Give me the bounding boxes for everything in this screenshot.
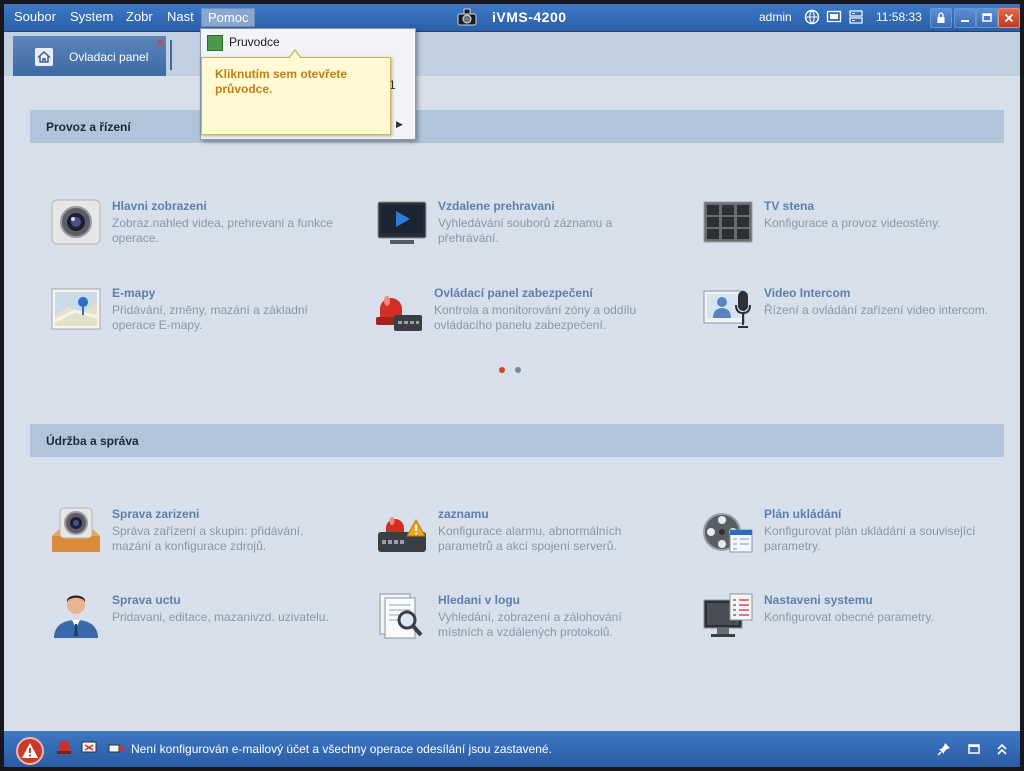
menu-soubor[interactable]: Soubor — [14, 9, 56, 24]
module-video-intercom[interactable]: Video Intercom Řízení a ovládání zařízen… — [702, 285, 1002, 345]
maximize-button[interactable] — [976, 8, 998, 28]
lock-button[interactable] — [930, 8, 952, 28]
module-description: Konfigurace alarmu, abnormálních paramet… — [438, 524, 622, 553]
restore-icon[interactable] — [966, 741, 982, 757]
pager-dot-2[interactable] — [515, 367, 521, 373]
module-title: Hledani v logu — [438, 593, 521, 607]
wizard-tooltip: Kliknutím sem otevřete průvodce. — [201, 49, 391, 135]
wizard-icon — [207, 35, 223, 51]
tab-strip: Ovladaci panel ✕ — [4, 32, 1020, 76]
clock: 11:58:33 — [876, 10, 922, 24]
module-description: Správa zařízení a skupin: přidávání, maz… — [112, 524, 304, 553]
module-title: TV stena — [764, 199, 815, 213]
module-title: Plán ukládání — [764, 507, 842, 521]
module-title: Nastaveni systemu — [764, 593, 873, 607]
camera-alarm-icon[interactable] — [108, 741, 124, 755]
camera-icon — [51, 199, 101, 245]
intercom-icon — [703, 290, 751, 328]
module-ovladaci-panel-zabezpeceni[interactable]: Ovládací panel zabezpečení Kontrola a mo… — [372, 285, 672, 345]
alarm-panel-icon — [376, 296, 422, 331]
home-icon — [35, 48, 53, 66]
network-icon[interactable] — [848, 9, 864, 25]
module-description: Vyhledání, zobrazení a zálohování místní… — [438, 610, 622, 639]
module-title: Hlavni zobrazeni — [112, 199, 207, 213]
module-zaznamu[interactable]: zaznamu Konfigurace alarmu, abnormálních… — [376, 506, 676, 566]
log-search-icon — [379, 593, 423, 639]
module-description: Pridavani, editace, mazanivzd. uzivatelu… — [112, 610, 329, 624]
minimize-icon — [961, 20, 969, 22]
username-label: admin — [759, 10, 792, 24]
section-title: Údržba a správa — [46, 434, 139, 448]
module-title: zaznamu — [438, 507, 489, 521]
module-description: Konfigurace a provoz videostěny. — [764, 216, 941, 230]
tab-divider — [170, 40, 172, 70]
storage-schedule-icon — [703, 513, 753, 553]
emap-icon — [51, 288, 101, 330]
screen-alarm-icon[interactable] — [81, 741, 97, 755]
tooltip-text: Kliknutím sem otevřete průvodce. — [215, 67, 348, 96]
system-config-icon — [703, 593, 753, 637]
menu-item-pruvodce[interactable]: Pruvodce — [201, 31, 415, 53]
pager-dot-1[interactable] — [499, 367, 505, 373]
video-wall-icon — [703, 201, 753, 243]
alarm-warning-icon[interactable] — [16, 737, 44, 765]
pin-icon[interactable] — [936, 741, 952, 757]
module-description: Konfigurovat plán ukládání a související… — [764, 524, 976, 553]
module-description: Kontrola a monitorování zóny a oddílu ov… — [434, 303, 637, 332]
module-nastaveni-systemu[interactable]: Nastaveni systemu Konfigurovat obecné pa… — [702, 592, 1002, 652]
alarm-sound-icon[interactable] — [56, 741, 72, 755]
section-title: Provoz a řízení — [46, 120, 131, 134]
section-header-udrzba: Údržba a správa — [30, 424, 1004, 457]
module-hledani-v-logu[interactable]: Hledani v logu Vyhledání, zobrazení a zá… — [376, 592, 676, 652]
module-title: Sprava uctu — [112, 593, 181, 607]
module-description: Konfigurovat obecné parametry. — [764, 610, 934, 624]
module-hlavni-zobrazeni[interactable]: Hlavni zobrazeni Zobraz.nahled videa, pr… — [50, 198, 350, 258]
module-title: Vzdalene prehravani — [438, 199, 555, 213]
app-logo-icon — [457, 8, 477, 26]
section-header-provoz: Provoz a řízení — [30, 110, 1004, 143]
menu-pomoc[interactable]: Pomoc — [201, 8, 256, 27]
module-title: Video Intercom — [764, 286, 851, 300]
app-title: iVMS-4200 — [492, 9, 567, 25]
close-button[interactable] — [998, 8, 1020, 28]
status-bar: Není konfigurován e-mailový účet a všech… — [4, 731, 1020, 767]
playback-icon — [377, 201, 427, 244]
module-sprava-zarizeni[interactable]: Sprava zarizeni Správa zařízení a skupin… — [50, 506, 350, 566]
module-description: Řízení a ovládání zařízení video interco… — [764, 303, 989, 317]
module-title: Ovládací panel zabezpečení — [434, 286, 593, 300]
module-description: Vyhledávání souborů záznamu a přehrávání… — [438, 216, 613, 245]
account-icon — [54, 595, 98, 638]
minimize-button[interactable] — [954, 8, 976, 28]
close-icon — [1004, 13, 1014, 23]
menu-system[interactable]: System — [70, 9, 113, 24]
module-plan-ukladani[interactable]: Plán ukládání Konfigurovat plán ukládání… — [702, 506, 1002, 566]
status-message: Není konfigurován e-mailový účet a všech… — [131, 742, 552, 756]
event-config-icon — [378, 517, 426, 552]
module-sprava-uctu[interactable]: Sprava uctu Pridavani, editace, mazanivz… — [50, 592, 350, 652]
lock-icon — [937, 12, 945, 23]
module-tv-stena[interactable]: TV stena Konfigurace a provoz videostěny… — [702, 198, 1002, 258]
menu-zobr[interactable]: Zobr — [126, 9, 153, 24]
monitor-icon[interactable] — [826, 9, 842, 25]
maximize-icon — [982, 13, 992, 22]
module-description: Přidávání, změny, mazání a základní oper… — [112, 303, 308, 332]
menu-item-label: Pruvodce — [229, 35, 280, 49]
tab-close-icon[interactable]: ✕ — [156, 38, 164, 49]
tab-ovladaci-panel[interactable]: Ovladaci panel ✕ — [13, 36, 166, 76]
module-description: Zobraz.nahled videa, prehrevani a funkce… — [112, 216, 333, 245]
module-vzdalene-prehravani[interactable]: Vzdalene prehravani Vyhledávání souborů … — [376, 198, 676, 258]
menu-nast[interactable]: Nast — [167, 9, 194, 24]
globe-icon[interactable] — [804, 9, 820, 25]
submenu-arrow-icon[interactable]: ▶ — [396, 119, 403, 130]
module-e-mapy[interactable]: E-mapy Přidávání, změny, mazání a základ… — [50, 285, 350, 345]
tab-label: Ovladaci panel — [69, 50, 149, 64]
module-title: E-mapy — [112, 286, 156, 300]
expand-up-icon[interactable] — [994, 741, 1010, 757]
device-management-icon — [52, 507, 100, 552]
title-bar: Soubor System Zobr Nast Pomoc iVMS-4200 … — [4, 4, 1020, 32]
module-title: Sprava zarizeni — [112, 507, 200, 521]
tooltip-tail-fill — [289, 51, 301, 59]
app-window: Soubor System Zobr Nast Pomoc iVMS-4200 … — [4, 4, 1020, 767]
